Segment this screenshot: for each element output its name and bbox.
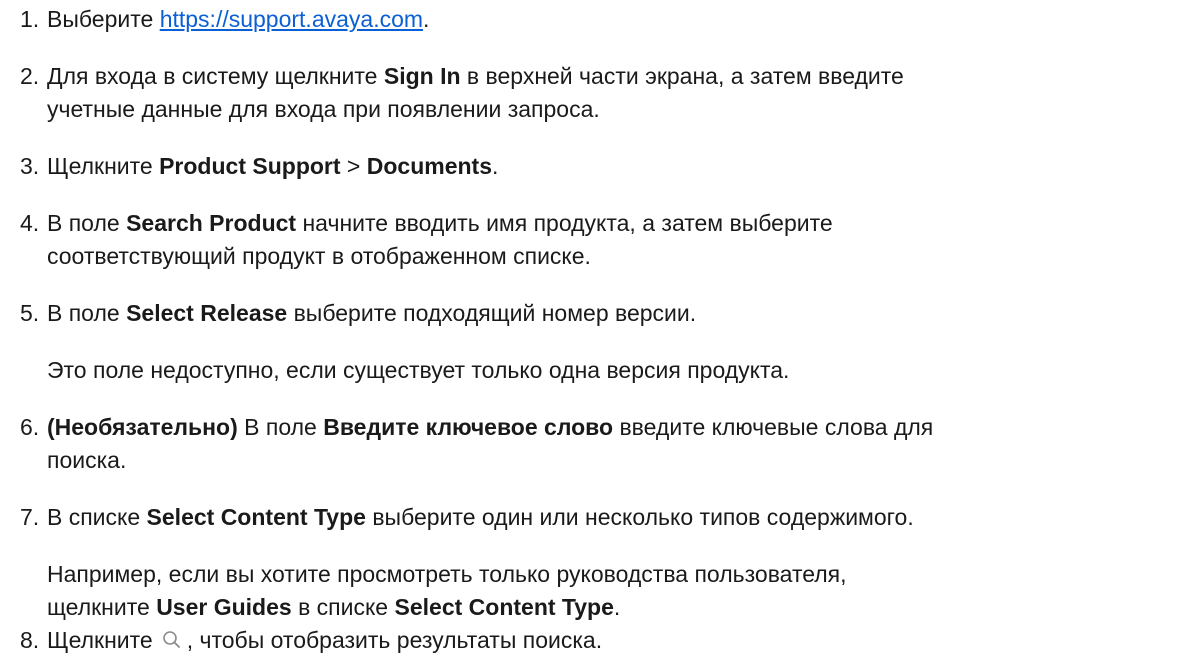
step-number: 5. [20,300,40,326]
step-text: соответствующий продукт в отображенном с… [47,243,591,269]
step-text: учетные данные для входа при появлении з… [47,96,600,122]
ui-term-search-product: Search Product [126,210,297,236]
step-2: 2. Для входа в систему щелкните Sign In … [20,60,1180,122]
step-number: 2. [20,63,40,89]
step-text: выберите один или несколько типов содерж… [365,504,914,530]
ui-term-product-support: Product Support [159,153,341,179]
optional-label: (Необязательно) [47,414,238,440]
step-text: выберите подходящий номер версии. [287,300,697,326]
step-5-note: Это поле недоступно, если существует тол… [47,357,790,383]
step-text: поиска. [47,447,127,473]
ui-term-sign-in: Sign In [383,63,461,89]
step-text: В списке [47,504,147,530]
step-1: 1. Выберите https://support.avaya.com. [20,3,1180,36]
ui-term-documents: Documents [366,153,492,179]
step-number: 3. [20,153,40,179]
ui-term-select-content-type: Select Content Type [146,504,366,530]
step-text: В поле [237,414,324,440]
step-body: Для входа в систему щелкните Sign In в в… [47,60,1177,126]
step-text: Для входа в систему щелкните [47,63,384,89]
ui-term-user-guides: User Guides [156,594,292,620]
step-text: . [423,6,430,32]
step-7: 7. В списке Select Content Type выберите… [20,501,1180,534]
step-body: В поле Select Release выберите подходящи… [47,297,1177,330]
note-text: щелкните [47,594,157,620]
step-text: В поле [47,210,127,236]
step-number: 7. [20,504,40,530]
step-body: Щелкните Product Support > Documents. [47,150,1177,183]
step-text: Щелкните [47,153,160,179]
step-text: начните вводить имя продукта, а затем вы… [296,210,833,236]
support-link[interactable]: https://support.avaya.com [160,6,423,32]
step-8: 8. Щелкните , чтобы отобразить результаты… [20,624,1180,657]
step-body: Щелкните , чтобы отобразить результаты по… [47,624,1177,657]
step-text: , чтобы отобразить результаты поиска. [186,627,603,653]
ui-term-select-content-type: Select Content Type [394,594,614,620]
step-text: введите ключевые слова для [613,414,934,440]
ui-term-select-release: Select Release [126,300,288,326]
step-5: 5. В поле Select Release выберите подход… [20,297,1180,330]
step-number: 4. [20,210,40,236]
step-number: 8. [20,627,40,653]
step-text: в верхней части экрана, а затем введите [460,63,904,89]
step-body: В списке Select Content Type выберите од… [47,501,1177,534]
search-icon [159,627,185,649]
note-text: Например, если вы хотите просмотреть тол… [47,561,847,587]
step-number: 6. [20,414,40,440]
step-3: 3. Щелкните Product Support > Documents. [20,150,1180,183]
step-text: > [340,153,367,179]
step-text: Выберите [47,6,160,32]
ui-term-keyword-field: Введите ключевое слово [323,414,614,440]
note-text: в списке [291,594,395,620]
step-text: В поле [47,300,127,326]
note-text: . [613,594,621,620]
step-body: Выберите https://support.avaya.com. [47,3,1177,36]
step-body: (Необязательно) В поле Введите ключевое … [47,411,1177,477]
step-text: . [492,153,499,179]
step-4: 4. В поле Search Product начните вводить… [20,207,1180,269]
step-7-note: Например, если вы хотите просмотреть тол… [47,558,847,624]
step-number: 1. [20,6,40,32]
step-body: В поле Search Product начните вводить им… [47,207,1177,273]
step-6: 6. (Необязательно) В поле Введите ключев… [20,411,1180,473]
step-text: Щелкните [47,627,153,653]
